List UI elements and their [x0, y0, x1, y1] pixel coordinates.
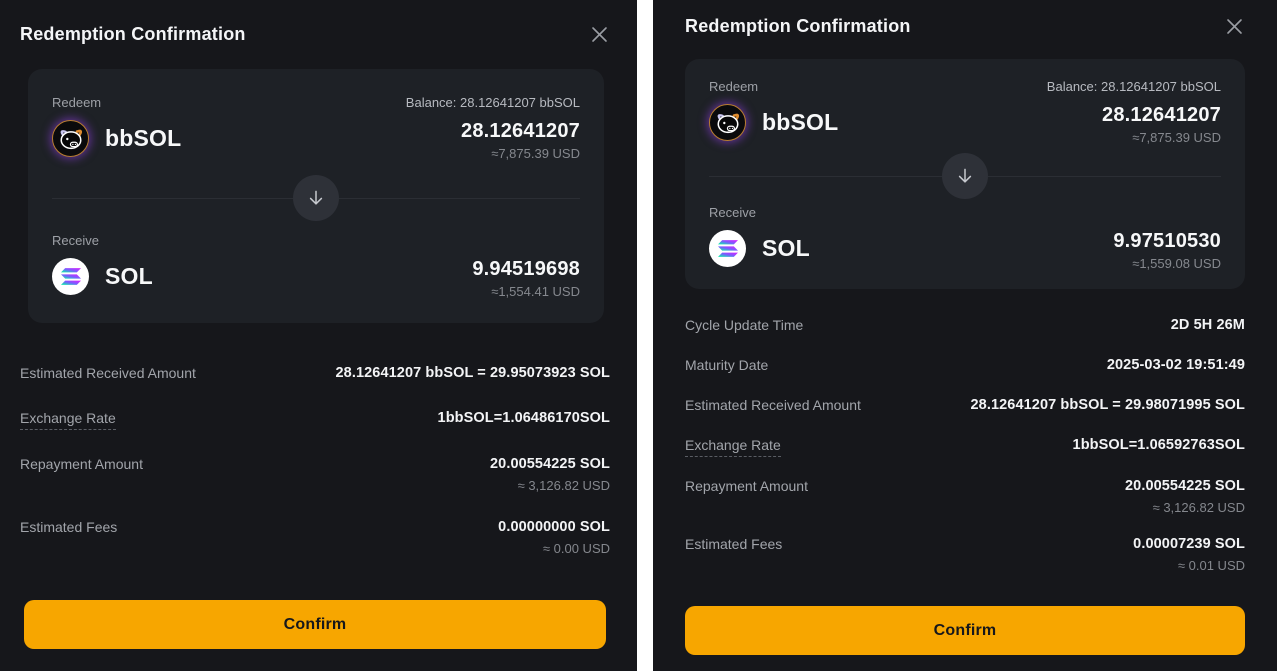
redeem-token: bbSOL — [709, 104, 838, 141]
row-value: 1bbSOL=1.06592763SOL — [1073, 437, 1245, 453]
screenshot-divider — [637, 0, 653, 671]
bbsol-token-icon — [709, 104, 746, 141]
modal-header: Redemption Confirmation — [20, 24, 610, 45]
row-value: 1bbSOL=1.06486170SOL — [438, 410, 610, 426]
close-button[interactable] — [1224, 16, 1245, 37]
close-button[interactable] — [589, 24, 610, 45]
row-sub-usd: ≈ 3,126.82 USD — [1125, 500, 1245, 515]
detail-rows: Cycle Update Time 2D 5H 26M Maturity Dat… — [685, 317, 1245, 573]
row-label[interactable]: Exchange Rate — [685, 437, 781, 457]
balance-text: Balance: 28.12641207 bbSOL — [1047, 79, 1221, 94]
redeem-label: Redeem — [709, 79, 758, 94]
detail-row: Estimated Fees 0.00000000 SOL ≈ 0.00 USD — [20, 519, 610, 556]
redeem-usd-value: ≈7,875.39 USD — [1102, 130, 1221, 145]
swap-summary-card: Redeem Balance: 28.12641207 bbSOL bbSOL … — [685, 59, 1245, 289]
redemption-confirmation-modal: Redemption Confirmation Redeem Balance: … — [653, 0, 1277, 671]
receive-token-name: SOL — [105, 263, 153, 290]
redeem-token-name: bbSOL — [105, 125, 181, 152]
modal-title: Redemption Confirmation — [20, 24, 246, 45]
bbsol-token-icon — [52, 120, 89, 157]
row-label: Repayment Amount — [20, 456, 143, 475]
row-value: 2D 5H 26M — [1171, 317, 1245, 333]
close-icon — [1226, 18, 1243, 35]
row-label: Estimated Fees — [685, 536, 782, 555]
redemption-confirmation-modal: Redemption Confirmation Redeem Balance: … — [0, 0, 637, 671]
row-sub-usd: ≈ 3,126.82 USD — [490, 478, 610, 493]
arrow-down-icon — [293, 175, 339, 221]
receive-token: SOL — [709, 230, 810, 267]
row-value: 0.00000000 SOL — [498, 519, 610, 535]
row-label: Cycle Update Time — [685, 317, 803, 336]
sol-token-icon — [52, 258, 89, 295]
row-value: 20.00554225 SOL — [1125, 478, 1245, 494]
receive-amount: 9.97510530 — [1113, 230, 1221, 253]
row-value: 0.00007239 SOL — [1133, 536, 1245, 552]
detail-row: Exchange Rate 1bbSOL=1.06486170SOL — [20, 410, 610, 430]
row-label: Estimated Fees — [20, 519, 117, 538]
detail-rows: Estimated Received Amount 28.12641207 bb… — [20, 365, 610, 556]
detail-row: Repayment Amount 20.00554225 SOL ≈ 3,126… — [20, 456, 610, 493]
redeem-amount: 28.12641207 — [461, 120, 580, 143]
swap-summary-card: Redeem Balance: 28.12641207 bbSOL bbSOL … — [28, 69, 604, 323]
swap-divider — [52, 175, 580, 221]
row-label[interactable]: Exchange Rate — [20, 410, 116, 430]
redeem-label: Redeem — [52, 95, 101, 110]
row-value: 28.12641207 bbSOL = 29.98071995 SOL — [971, 397, 1246, 413]
redeem-token: bbSOL — [52, 120, 181, 157]
receive-amount: 9.94519698 — [472, 258, 580, 281]
detail-row: Maturity Date 2025-03-02 19:51:49 — [685, 357, 1245, 376]
row-label: Estimated Received Amount — [685, 397, 861, 416]
close-icon — [591, 26, 608, 43]
receive-usd-value: ≈1,554.41 USD — [472, 284, 580, 299]
receive-label: Receive — [709, 205, 1221, 220]
modal-title: Redemption Confirmation — [685, 16, 911, 37]
balance-text: Balance: 28.12641207 bbSOL — [406, 95, 580, 110]
receive-usd-value: ≈1,559.08 USD — [1113, 256, 1221, 271]
detail-row: Estimated Received Amount 28.12641207 bb… — [20, 365, 610, 384]
detail-row: Repayment Amount 20.00554225 SOL ≈ 3,126… — [685, 478, 1245, 515]
row-sub-usd: ≈ 0.01 USD — [1133, 558, 1245, 573]
receive-label: Receive — [52, 233, 580, 248]
detail-row: Cycle Update Time 2D 5H 26M — [685, 317, 1245, 336]
arrow-down-icon — [942, 153, 988, 199]
row-label: Repayment Amount — [685, 478, 808, 497]
row-label: Maturity Date — [685, 357, 768, 376]
swap-divider — [709, 153, 1221, 199]
detail-row: Exchange Rate 1bbSOL=1.06592763SOL — [685, 437, 1245, 457]
detail-row: Estimated Fees 0.00007239 SOL ≈ 0.01 USD — [685, 536, 1245, 573]
row-label: Estimated Received Amount — [20, 365, 196, 384]
receive-token-name: SOL — [762, 235, 810, 262]
redeem-token-name: bbSOL — [762, 109, 838, 136]
row-value: 2025-03-02 19:51:49 — [1107, 357, 1245, 373]
confirm-button[interactable]: Confirm — [24, 600, 606, 649]
redeem-amount: 28.12641207 — [1102, 104, 1221, 127]
redeem-usd-value: ≈7,875.39 USD — [461, 146, 580, 161]
row-value: 28.12641207 bbSOL = 29.95073923 SOL — [336, 365, 611, 381]
detail-row: Estimated Received Amount 28.12641207 bb… — [685, 397, 1245, 416]
modal-header: Redemption Confirmation — [685, 16, 1245, 37]
sol-token-icon — [709, 230, 746, 267]
row-value: 20.00554225 SOL — [490, 456, 610, 472]
row-sub-usd: ≈ 0.00 USD — [498, 541, 610, 556]
receive-token: SOL — [52, 258, 153, 295]
confirm-button[interactable]: Confirm — [685, 606, 1245, 655]
